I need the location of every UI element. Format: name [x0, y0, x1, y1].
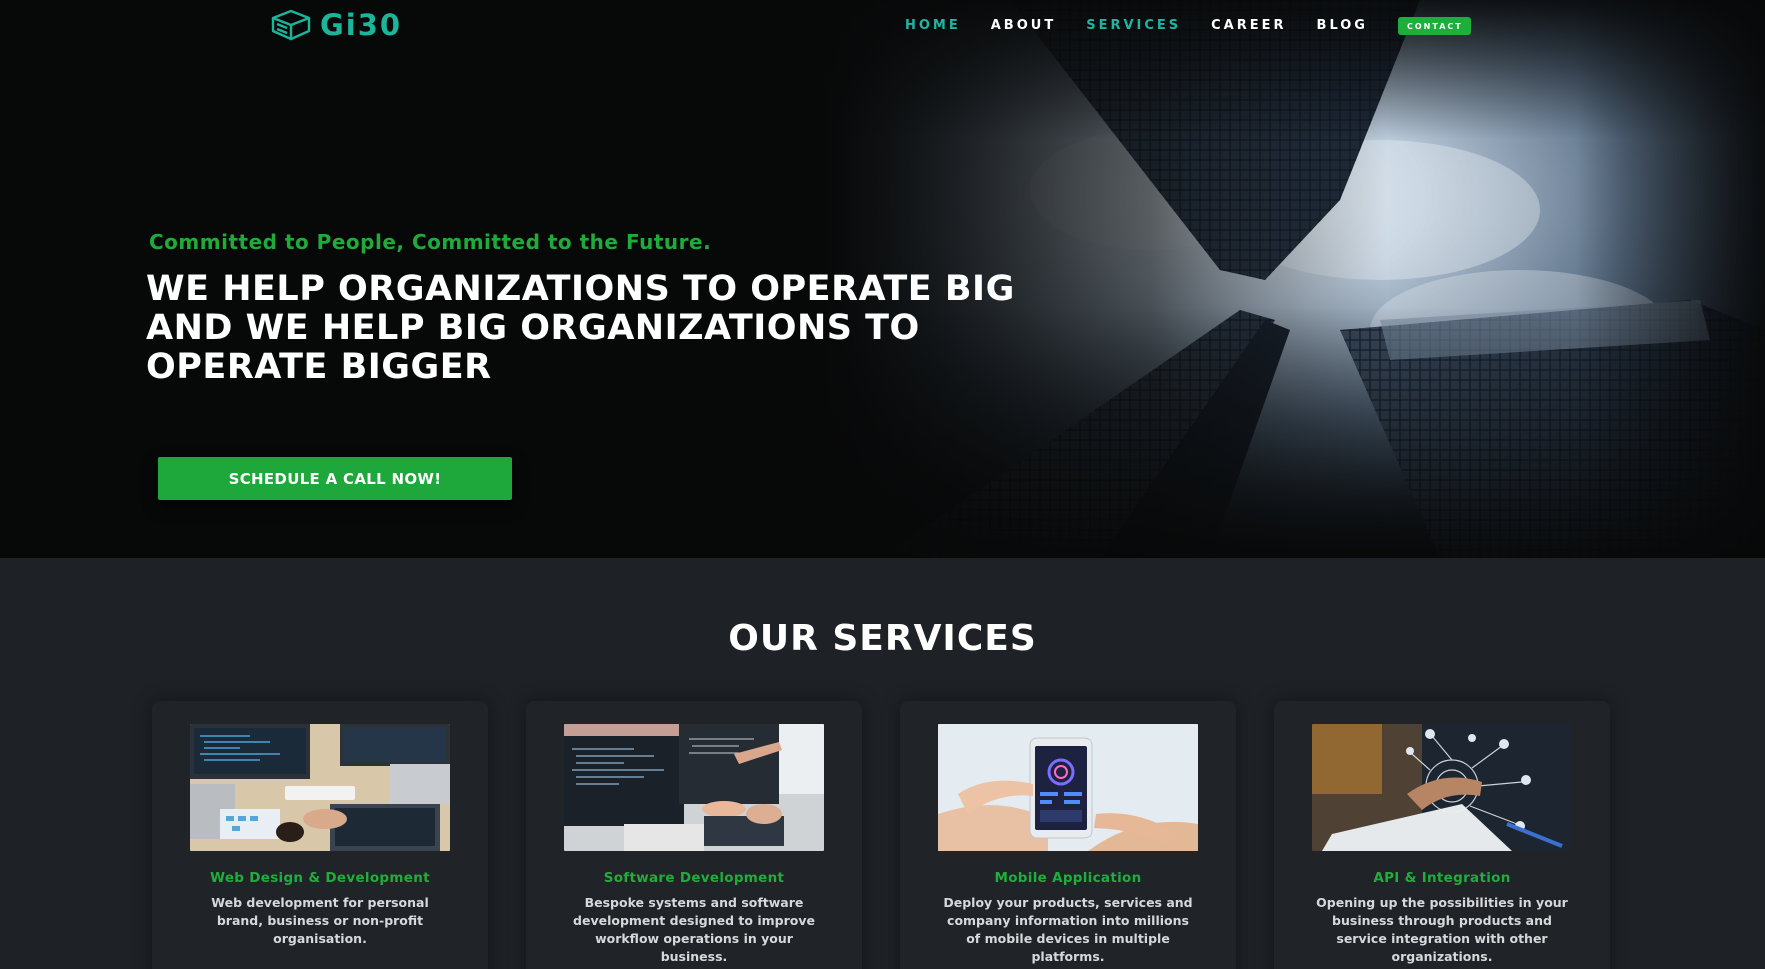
services-card-list: Web Design & Development Web development…	[152, 701, 1613, 969]
service-title: API & Integration	[1373, 870, 1511, 886]
service-description: Deploy your products, services and compa…	[943, 895, 1193, 964]
nav-career[interactable]: CAREER	[1211, 15, 1286, 37]
schedule-call-button[interactable]: SCHEDULE A CALL NOW!	[158, 457, 512, 500]
nav-blog[interactable]: BLOG	[1317, 15, 1368, 37]
logo-text: Gi30	[320, 8, 403, 42]
service-card-api[interactable]: API & Integration Opening up the possibi…	[1274, 701, 1610, 969]
nav-about[interactable]: ABOUT	[991, 15, 1056, 37]
service-description: Bespoke systems and software development…	[573, 895, 815, 964]
brand-logo[interactable]: Gi30	[268, 8, 402, 42]
hero-headline: WE HELP ORGANIZATIONS TO OPERATE BIG AND…	[146, 269, 1015, 387]
software-dev-image	[564, 724, 824, 851]
service-description: Web development for personal brand, busi…	[211, 895, 429, 946]
top-navigation: Gi30 HOME ABOUT SERVICES CAREER BLOG CON…	[0, 0, 1765, 52]
contact-button[interactable]: CONTACT	[1397, 17, 1471, 35]
main-menu: HOME ABOUT SERVICES CAREER BLOG CONTACT	[905, 15, 1471, 37]
web-design-image	[190, 724, 450, 851]
services-section: OUR SERVICES Web Design & Development We…	[0, 558, 1765, 969]
service-card-mobile[interactable]: Mobile Application Deploy your products,…	[900, 701, 1236, 969]
nav-home[interactable]: HOME	[905, 15, 961, 37]
mobile-app-image	[938, 724, 1198, 851]
page: Gi30 HOME ABOUT SERVICES CAREER BLOG CON…	[0, 0, 1765, 969]
api-integration-image	[1312, 724, 1572, 851]
service-title: Web Design & Development	[210, 870, 430, 886]
service-description: Opening up the possibilities in your bus…	[1316, 895, 1568, 964]
service-card-software[interactable]: Software Development Bespoke systems and…	[526, 701, 862, 969]
services-heading: OUR SERVICES	[728, 618, 1037, 659]
hero-tagline: Committed to People, Committed to the Fu…	[149, 230, 712, 254]
service-title: Mobile Application	[994, 870, 1142, 886]
hero-section: Gi30 HOME ABOUT SERVICES CAREER BLOG CON…	[0, 0, 1765, 558]
service-card-web[interactable]: Web Design & Development Web development…	[152, 701, 488, 969]
cube-logo-icon	[271, 9, 311, 41]
nav-services[interactable]: SERVICES	[1086, 15, 1181, 37]
service-title: Software Development	[603, 870, 785, 886]
